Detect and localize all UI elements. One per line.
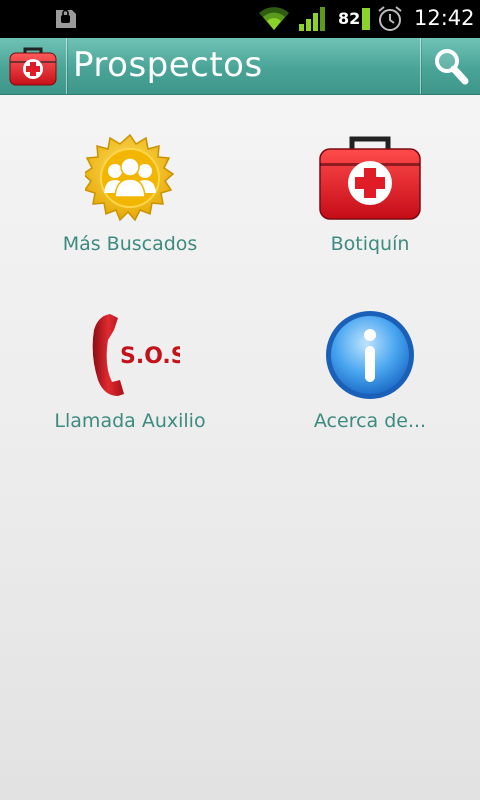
action-bar-divider bbox=[66, 38, 67, 94]
page-title: Prospectos bbox=[73, 45, 263, 85]
info-icon bbox=[326, 311, 414, 399]
alarm-clock-icon bbox=[378, 6, 402, 31]
sd-card-icon bbox=[56, 9, 76, 28]
wifi-icon bbox=[259, 7, 289, 30]
search-button[interactable] bbox=[421, 38, 480, 94]
svg-text:S.O.S.: S.O.S. bbox=[120, 344, 180, 369]
battery-level: 82 bbox=[338, 9, 361, 28]
grid-item-label: Acerca de... bbox=[313, 410, 427, 432]
first-aid-kit-icon bbox=[9, 47, 57, 86]
grid-item-label: Llamada Auxilio bbox=[54, 410, 206, 432]
battery-icon bbox=[362, 8, 370, 30]
clock: 12:42 bbox=[414, 6, 475, 30]
status-bar: 82 12:42 bbox=[0, 0, 480, 38]
grid-item-llamada-auxilio[interactable]: S.O.S. Llamada Auxilio bbox=[10, 310, 250, 432]
grid-item-mas-buscados[interactable]: Más Buscados bbox=[10, 133, 250, 255]
grid-item-botiquin[interactable]: Botiquín bbox=[250, 133, 480, 255]
first-aid-kit-icon bbox=[319, 136, 421, 220]
grid-item-label: Más Buscados bbox=[62, 233, 198, 255]
grid-item-label: Botiquín bbox=[330, 233, 410, 255]
sos-phone-icon: S.O.S. bbox=[92, 314, 180, 396]
action-bar: Prospectos bbox=[0, 38, 480, 95]
people-badge-icon bbox=[85, 133, 175, 222]
signal-icon bbox=[299, 7, 325, 31]
app-logo-button[interactable] bbox=[0, 38, 66, 94]
search-icon bbox=[434, 49, 468, 85]
grid-item-acerca-de[interactable]: Acerca de... bbox=[250, 310, 480, 432]
